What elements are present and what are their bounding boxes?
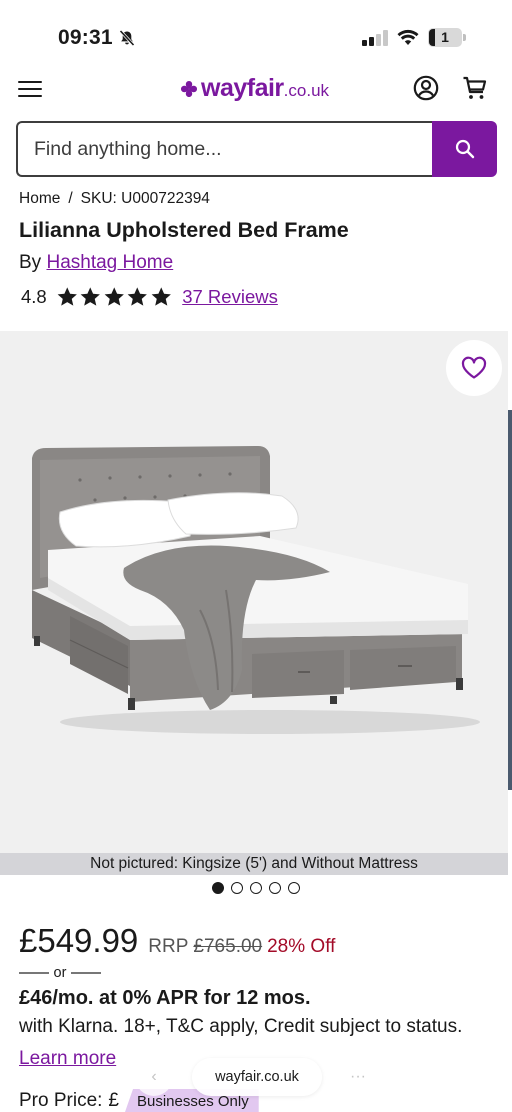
product-rating: 4.8 37 Reviews	[21, 285, 278, 309]
star-rating	[56, 286, 173, 308]
logo-wordmark: wayfair	[201, 74, 284, 102]
bell-off-icon	[119, 29, 135, 47]
image-caption: Not pictured: Kingsize (5') and Without …	[0, 853, 508, 875]
menu-icon[interactable]	[18, 78, 44, 100]
cellular-signal-icon	[362, 30, 388, 46]
wayfair-pinwheel-icon	[181, 81, 197, 97]
battery-percentage: 1	[441, 29, 449, 45]
star-icon	[151, 287, 171, 306]
browser-back-button[interactable]: ‹	[135, 1058, 173, 1096]
klarna-financing-headline: £46/mo. at 0% APR for 12 mos.	[19, 987, 311, 1009]
cart-icon[interactable]	[462, 75, 488, 101]
star-icon	[127, 287, 148, 306]
search-input[interactable]	[16, 121, 432, 177]
rrp-value: £765.00	[193, 936, 263, 957]
chevron-left-icon: ‹	[151, 1068, 157, 1085]
battery-nub	[463, 34, 466, 41]
star-icon	[80, 287, 101, 306]
star-icon	[57, 287, 77, 306]
product-image-bed	[32, 446, 480, 734]
product-byline: By Hashtag Home	[19, 252, 173, 274]
or-text: or	[53, 965, 67, 981]
gallery-dot-3[interactable]	[250, 882, 262, 894]
logo-domain: .co.uk	[283, 81, 330, 100]
divider-line	[19, 972, 49, 974]
status-bar: 09:31 1	[0, 0, 512, 72]
search-bar	[16, 121, 497, 177]
discount-badge: 28% Off	[267, 936, 336, 957]
price-row: £549.99 RRP £765.00 28% Off	[19, 922, 335, 960]
or-divider: or	[19, 963, 101, 983]
browser-more-button[interactable]: ···	[339, 1058, 377, 1096]
gallery-dot-1[interactable]	[212, 882, 224, 894]
rrp-label: RRP	[148, 936, 189, 957]
gallery-dot-4[interactable]	[269, 882, 281, 894]
battery-icon: 1	[428, 28, 466, 47]
add-to-favorites-button[interactable]	[446, 340, 502, 396]
learn-more-link[interactable]: Learn more	[19, 1048, 116, 1070]
breadcrumb-separator: /	[68, 190, 73, 207]
star-icon	[104, 287, 124, 306]
search-icon	[455, 139, 474, 159]
heart-icon	[461, 356, 487, 379]
browser-url-bar[interactable]: wayfair.co.uk	[192, 1058, 322, 1096]
klarna-terms: with Klarna. 18+, T&C apply, Credit subj…	[19, 1016, 463, 1037]
wifi-icon	[397, 29, 419, 45]
wayfair-logo[interactable]: wayfair .co.uk	[179, 74, 329, 104]
pro-price-currency: £	[108, 1089, 119, 1111]
product-title: Lilianna Upholstered Bed Frame	[19, 218, 349, 242]
by-label: By	[19, 252, 42, 273]
gallery-dot-5[interactable]	[288, 882, 300, 894]
gallery-pagination	[212, 882, 300, 894]
breadcrumb-sku: SKU: U000722394	[80, 190, 210, 207]
more-icon: ···	[350, 1068, 366, 1085]
pro-price-label: Pro Price:	[19, 1089, 103, 1111]
search-button[interactable]	[432, 121, 497, 177]
reviews-link[interactable]: 37 Reviews	[182, 286, 278, 308]
gallery-dot-2[interactable]	[231, 882, 243, 894]
breadcrumb-home-link[interactable]: Home	[19, 190, 60, 208]
site-header: wayfair .co.uk	[0, 72, 512, 116]
next-image-peek[interactable]	[508, 410, 512, 790]
status-time: 09:31	[58, 26, 113, 49]
account-icon[interactable]	[413, 75, 439, 101]
divider-line	[71, 972, 101, 974]
breadcrumb: Home / SKU: U000722394	[19, 190, 210, 208]
sale-price: £549.99	[19, 922, 139, 959]
rating-value: 4.8	[21, 286, 47, 307]
brand-link[interactable]: Hashtag Home	[46, 252, 173, 273]
